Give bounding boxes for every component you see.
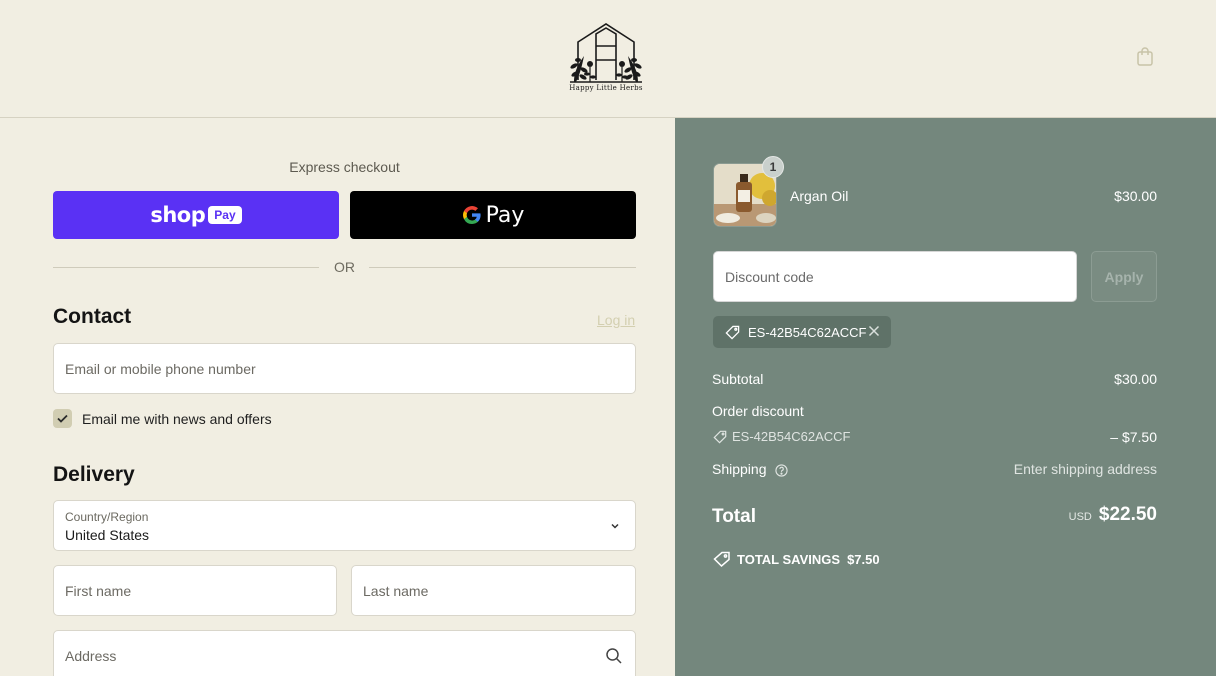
- discount-code-field[interactable]: [713, 251, 1077, 302]
- delivery-heading: Delivery: [53, 463, 135, 486]
- google-g-icon: [462, 206, 481, 224]
- currency-code: USD: [1068, 511, 1092, 523]
- tag-icon: [713, 551, 730, 567]
- email-input[interactable]: [54, 344, 635, 393]
- first-name-input[interactable]: [54, 566, 336, 615]
- contact-heading: Contact: [53, 305, 132, 328]
- applied-discount-chip: ES-42B54C62ACCF: [713, 316, 891, 348]
- address-input[interactable]: [54, 631, 635, 676]
- brand-logo[interactable]: Happy Little Herbs: [560, 20, 652, 96]
- last-name-input[interactable]: [352, 566, 635, 615]
- order-summary: 1 Argan Oil $30.00 Apply ES-42B54C62ACCF…: [675, 118, 1216, 676]
- header: Happy Little Herbs: [0, 0, 1216, 118]
- search-icon[interactable]: [605, 647, 623, 665]
- total-savings: TOTAL SAVINGS $7.50: [713, 551, 880, 567]
- close-icon[interactable]: [867, 324, 881, 338]
- shop-pay-badge: Pay: [208, 206, 242, 224]
- applied-discount-code: ES-42B54C62ACCF: [748, 324, 867, 340]
- brand-name: Happy Little Herbs: [569, 84, 643, 92]
- quantity-badge: 1: [762, 156, 784, 178]
- greenhouse-logo-icon: [570, 23, 642, 83]
- savings-value: $7.50: [847, 551, 880, 567]
- total-label: Total: [712, 506, 756, 527]
- checkmark-icon: [57, 414, 68, 423]
- checkout-form: Express checkout shop Pay Pay OR Contact…: [0, 118, 675, 676]
- login-link[interactable]: Log in: [597, 312, 635, 328]
- order-discount-code-line: ES-42B54C62ACCF: [713, 429, 851, 444]
- email-field[interactable]: [53, 343, 636, 394]
- divider-line: [369, 267, 636, 268]
- subtotal-value: $30.00: [1114, 371, 1157, 387]
- savings-label: TOTAL SAVINGS: [737, 551, 841, 567]
- divider-line: [53, 267, 319, 268]
- shop-pay-wordmark: shop: [150, 203, 206, 227]
- subtotal-label: Subtotal: [712, 371, 764, 387]
- or-text: OR: [334, 259, 355, 275]
- help-icon[interactable]: [775, 464, 789, 477]
- order-discount-code: ES-42B54C62ACCF: [732, 429, 851, 444]
- express-checkout-title: Express checkout: [289, 159, 400, 175]
- address-field[interactable]: [53, 630, 636, 676]
- total-amount: USD $22.50: [1069, 504, 1157, 526]
- order-discount-value: – $7.50: [1110, 429, 1157, 445]
- country-value: United States: [65, 527, 150, 543]
- product-price: $30.00: [1114, 188, 1157, 204]
- total-value: $22.50: [1098, 504, 1157, 525]
- tag-icon: [725, 325, 740, 340]
- google-pay-button[interactable]: Pay: [350, 191, 636, 239]
- shipping-value: Enter shipping address: [1013, 461, 1157, 477]
- tag-icon: [713, 430, 727, 444]
- shipping-row: Shipping: [712, 461, 789, 477]
- newsletter-label: Email me with news and offers: [82, 411, 272, 427]
- apply-button[interactable]: Apply: [1091, 251, 1157, 302]
- last-name-field[interactable]: [351, 565, 636, 616]
- newsletter-checkbox[interactable]: [53, 409, 72, 428]
- product-name: Argan Oil: [790, 188, 849, 204]
- country-select[interactable]: Country/Region United States: [53, 500, 636, 551]
- chevron-down-icon: [611, 523, 619, 529]
- shopping-bag-icon[interactable]: [1135, 45, 1155, 67]
- shop-pay-button[interactable]: shop Pay: [53, 191, 339, 239]
- country-label: Country/Region: [65, 510, 149, 524]
- first-name-field[interactable]: [53, 565, 337, 616]
- or-divider: OR: [53, 258, 636, 276]
- discount-code-input[interactable]: [714, 252, 1076, 301]
- shipping-label: Shipping: [712, 461, 767, 477]
- order-discount-label: Order discount: [712, 403, 804, 419]
- google-pay-label: Pay: [485, 202, 525, 228]
